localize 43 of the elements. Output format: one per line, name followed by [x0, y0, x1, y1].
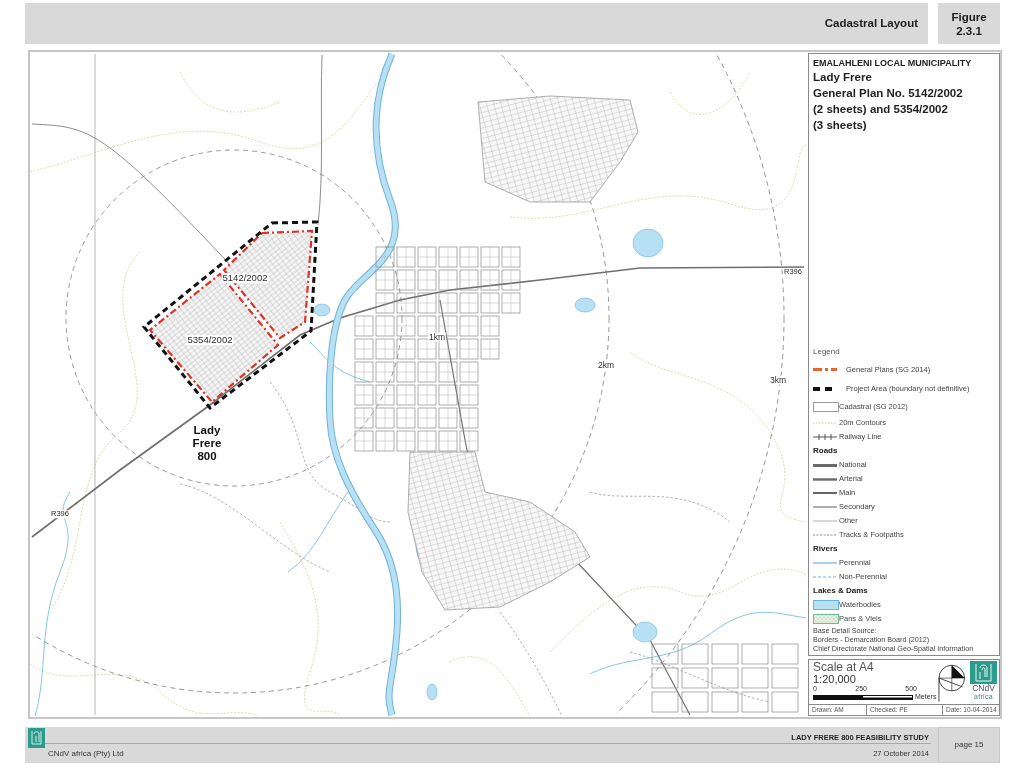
place-label: Lady Frere 800 [191, 423, 223, 463]
dashed-line-icon [813, 576, 837, 578]
logo-icon [28, 728, 45, 748]
plan-title: General Plan No. 5142/2002 (2 sheets) and 5354/2002 (3 sheets) [813, 86, 964, 133]
dotted-swatch-icon [813, 614, 839, 624]
solid-line-icon [813, 477, 837, 481]
distance-label: 1km [427, 332, 447, 342]
distance-label: 2km [596, 360, 616, 370]
scale-title: Scale at A4 [813, 661, 875, 674]
scale-ratio: 1:20,000 [813, 674, 857, 685]
logo-text: CNdV [971, 684, 996, 693]
lake [632, 228, 664, 258]
slide-title: Cadastral Layout [824, 15, 918, 31]
solid-line-icon [813, 506, 837, 508]
place-title: Lady Frere [813, 70, 873, 85]
dash-dot-line-icon [813, 368, 837, 371]
legend-group-heading: Rivers [813, 543, 838, 555]
company-name: CNdV africa (Pty) Ltd [47, 747, 124, 760]
lake [632, 621, 658, 643]
logo-icon [970, 661, 997, 684]
parcel-label: 5142/2002 [221, 273, 269, 283]
solid-line-icon [813, 562, 837, 564]
solid-line-icon [813, 492, 837, 494]
lake [313, 303, 331, 317]
thick-line-icon [813, 463, 837, 467]
legend-heading: Legend [813, 346, 841, 358]
figure-label: Figure [951, 9, 987, 24]
north-arrow-icon [936, 663, 966, 703]
dashed-line-icon [813, 534, 837, 536]
solid-line-icon [813, 520, 837, 522]
dotted-line-icon [813, 422, 837, 424]
lake [574, 297, 596, 313]
swatch-icon [813, 600, 839, 610]
parcel-label: 5354/2002 [186, 335, 234, 345]
figure-number: 2.3.1 [956, 23, 982, 38]
lake [426, 683, 438, 701]
municipality-title: EMALAHLENI LOCAL MUNICIPALITY [813, 57, 973, 69]
legend-group-heading: Lakes & Dams [813, 585, 868, 597]
railway-line-icon [813, 434, 837, 440]
legend-group-heading: Roads [813, 445, 838, 457]
outline-swatch-icon [813, 402, 839, 412]
page-number: page 15 [938, 727, 1000, 763]
distance-label: 3km [768, 375, 788, 385]
